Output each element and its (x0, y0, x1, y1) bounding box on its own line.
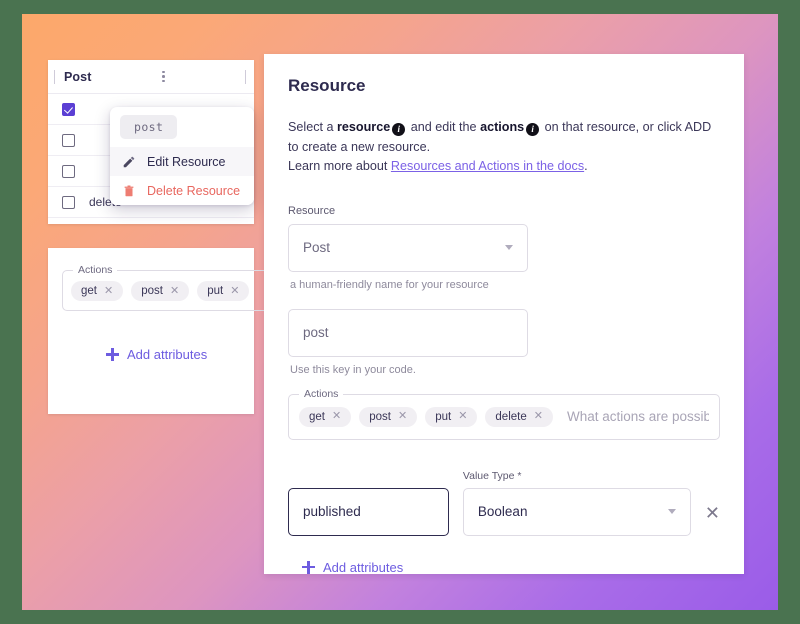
resource-select[interactable]: Post (288, 223, 528, 272)
chip-remove-icon[interactable]: ✕ (104, 285, 113, 297)
learn-more-prefix: Learn more about (288, 159, 391, 174)
page-title: Resource (288, 76, 366, 95)
plus-icon (302, 560, 315, 574)
chip-label: get (81, 285, 97, 297)
action-chip-get[interactable]: get ✕ (71, 281, 124, 301)
docs-link[interactable]: Resources and Actions in the docs (391, 159, 584, 173)
action-chip-list: get ✕ post ✕ put ✕ (71, 281, 279, 301)
chip-label: get (309, 410, 325, 423)
row-checkbox[interactable] (62, 164, 75, 178)
action-chip-put[interactable]: put ✕ (425, 406, 478, 427)
chip-remove-icon[interactable]: ✕ (170, 285, 179, 297)
resource-key-value: post (303, 325, 329, 341)
row-checkbox[interactable] (62, 195, 75, 209)
add-attributes-button-left[interactable]: Add attributes (106, 347, 207, 362)
kebab-menu-icon[interactable] (160, 69, 167, 85)
context-menu-chip-row: post (110, 115, 254, 147)
menu-item-label: Delete Resource (147, 183, 241, 198)
trash-icon (124, 185, 134, 196)
action-chip-post[interactable]: post ✕ (131, 281, 190, 301)
chip-label: put (435, 410, 452, 423)
table-header: Post (48, 60, 254, 94)
resource-select-value: Post (303, 240, 331, 256)
actions-card: Actions get ✕ post ✕ put ✕ Add attribute… (48, 248, 288, 414)
chip-remove-icon[interactable]: ✕ (332, 411, 341, 422)
attribute-row: published Value Type * Boolean ✕ (288, 470, 720, 536)
action-chip-get[interactable]: get ✕ (299, 406, 352, 427)
chip-remove-icon[interactable]: ✕ (230, 285, 239, 297)
resource-field-label: Resource (288, 204, 336, 217)
learn-more-suffix: . (584, 159, 588, 174)
pencil-icon (123, 156, 135, 167)
menu-item-edit-resource[interactable]: Edit Resource (110, 147, 254, 176)
actions-legend: Actions (73, 264, 118, 276)
desc-bold-actions: actions (480, 120, 525, 134)
chip-label: post (141, 285, 163, 297)
action-chip-put[interactable]: put ✕ (197, 281, 250, 301)
chip-remove-icon[interactable]: ✕ (398, 411, 407, 422)
chip-remove-icon[interactable]: ✕ (534, 411, 543, 422)
table-title: Post (64, 69, 92, 84)
row-checkbox[interactable] (62, 102, 75, 116)
chip-label: delete (495, 410, 527, 423)
actions-fieldset-left[interactable]: Actions get ✕ post ✕ put ✕ (62, 264, 288, 311)
action-chip-delete[interactable]: delete ✕ (485, 406, 553, 427)
add-attributes-label: Add attributes (127, 347, 208, 362)
desc-part-2: and edit the (407, 120, 481, 134)
value-type-group: Value Type * Boolean (462, 469, 691, 536)
chip-label: post (369, 410, 391, 423)
resource-helper-text: a human-friendly name for your resource (290, 278, 489, 291)
header-divider-left (54, 69, 55, 84)
resource-panel: Resource Select a resource i and edit the… (264, 54, 744, 575)
value-type-select[interactable]: Boolean (462, 487, 691, 536)
desc-bold-resource: resource (337, 120, 391, 134)
actions-input[interactable]: What actions are possible on res… (567, 409, 709, 424)
plus-icon (106, 348, 119, 361)
header-divider-right (245, 69, 246, 84)
chevron-down-icon (505, 245, 513, 251)
menu-item-label: Edit Resource (147, 154, 226, 169)
add-attributes-button[interactable]: Add attributes (302, 560, 403, 575)
resource-key-input[interactable]: post (288, 308, 528, 357)
actions-fieldset[interactable]: Actions get ✕ post ✕ put ✕ delete ✕ What… (288, 387, 720, 440)
remove-attribute-button[interactable]: ✕ (705, 504, 720, 536)
chip-remove-icon[interactable]: ✕ (458, 411, 467, 422)
add-attributes-label: Add attributes (323, 559, 404, 575)
attribute-name-input[interactable]: published (288, 487, 449, 536)
menu-item-delete-resource[interactable]: Delete Resource (110, 176, 254, 205)
value-type-label: Value Type * (462, 469, 522, 482)
resource-context-menu[interactable]: post Edit Resource Delete Resource (110, 107, 254, 205)
row-checkbox[interactable] (62, 133, 75, 147)
action-chip-post[interactable]: post ✕ (359, 406, 418, 427)
panel-description: Select a resource i and edit the actions i… (288, 118, 720, 177)
chip-label: put (207, 285, 224, 297)
gradient-backdrop: Post delete post Edit Resource Delete Re… (22, 14, 778, 610)
attribute-name-value: published (303, 504, 361, 520)
resource-key-helper-text: Use this key in your code. (290, 363, 416, 376)
chevron-down-icon (667, 509, 676, 515)
info-icon[interactable]: i (526, 123, 540, 137)
resource-key-chip: post (120, 115, 178, 139)
desc-part-1: Select a (288, 120, 338, 134)
action-chip-list: get ✕ post ✕ put ✕ delete ✕ What actions… (299, 406, 709, 427)
value-type-value: Boolean (477, 504, 528, 520)
info-icon[interactable]: i (392, 123, 406, 137)
actions-legend: Actions (299, 387, 344, 400)
